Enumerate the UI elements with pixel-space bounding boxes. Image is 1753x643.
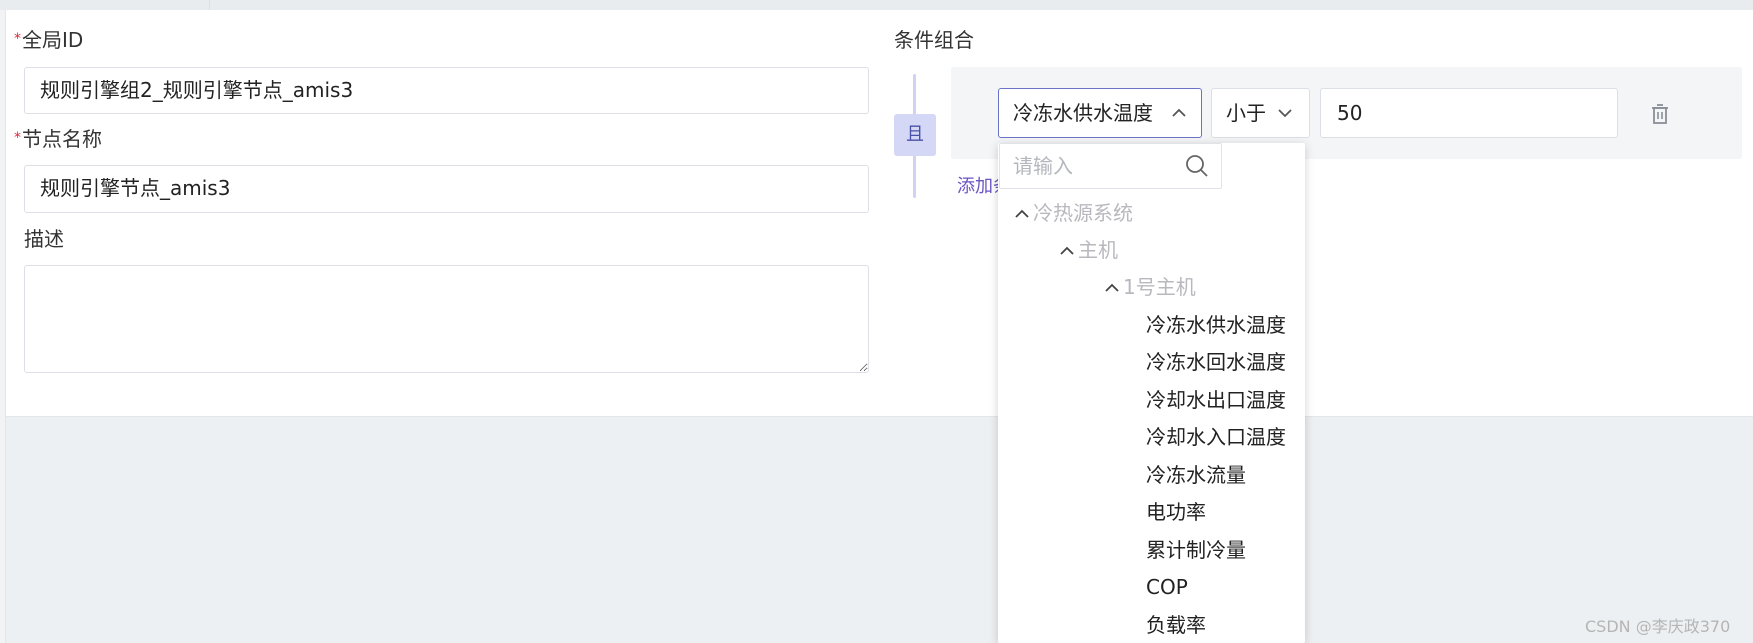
node-name-label: *节点名称 — [14, 127, 102, 151]
tree-node-label: 1号主机 — [1123, 275, 1196, 299]
tree-leaf-option[interactable]: 电功率 — [1146, 499, 1206, 525]
tree-node-label: 主机 — [1078, 238, 1118, 262]
global-id-label: *全局ID — [14, 28, 84, 52]
chevron-down-icon — [1278, 109, 1292, 118]
and-toggle-button[interactable]: 且 — [894, 114, 936, 156]
collapse-icon — [1015, 209, 1029, 218]
collapse-icon — [1060, 246, 1074, 255]
field-select-value: 冷冻水供水温度 — [1013, 101, 1153, 125]
tree-leaf-option[interactable]: 冷却水入口温度 — [1146, 424, 1286, 450]
tree-leaf-option[interactable]: 冷冻水流量 — [1146, 462, 1246, 488]
top-tab-strip — [0, 0, 1753, 10]
global-id-input[interactable]: 规则引擎组2_规则引擎节点_amis3 — [24, 67, 869, 114]
required-mark: * — [14, 31, 21, 47]
node-name-input[interactable]: 规则引擎节点_amis3 — [24, 165, 869, 213]
tree-leaf-option[interactable]: 负载率 — [1146, 612, 1206, 638]
search-placeholder: 请输入 — [1013, 154, 1073, 178]
tab-divider — [209, 0, 210, 10]
condition-group-label: 条件组合 — [894, 28, 974, 52]
field-dropdown: 请输入 冷热源系统 主机 1号主机 冷冻水供水温度 冷冻水回水温度 冷却水出口温… — [998, 143, 1305, 643]
tree-leaf-option[interactable]: 冷冻水供水温度 — [1146, 312, 1286, 338]
tree-node-cold-heat-source[interactable]: 冷热源系统 — [1011, 200, 1133, 226]
required-mark: * — [14, 130, 21, 146]
tree-node-host[interactable]: 主机 — [1056, 237, 1118, 263]
collapse-icon — [1105, 283, 1119, 292]
chevron-up-icon — [1172, 108, 1186, 117]
operator-select[interactable]: 小于 — [1211, 88, 1310, 138]
delete-icon[interactable] — [1647, 101, 1673, 127]
tree-leaf-option[interactable]: 冷冻水回水温度 — [1146, 349, 1286, 375]
tree-leaf-option[interactable]: COP — [1146, 574, 1188, 600]
description-textarea[interactable] — [24, 265, 869, 373]
compare-value-input[interactable]: 50 — [1320, 88, 1618, 138]
tree-leaf-option[interactable]: 冷却水出口温度 — [1146, 387, 1286, 413]
tree-leaf-option[interactable]: 累计制冷量 — [1146, 537, 1246, 563]
search-icon — [1186, 155, 1208, 177]
tree-node-host-1[interactable]: 1号主机 — [1101, 274, 1196, 300]
dropdown-search-input[interactable]: 请输入 — [999, 143, 1222, 189]
description-label: 描述 — [24, 227, 64, 251]
tree-node-label: 冷热源系统 — [1033, 201, 1133, 225]
watermark: CSDN @李庆政370 — [1585, 617, 1731, 636]
operator-select-value: 小于 — [1226, 101, 1266, 125]
field-select[interactable]: 冷冻水供水温度 — [998, 88, 1202, 138]
